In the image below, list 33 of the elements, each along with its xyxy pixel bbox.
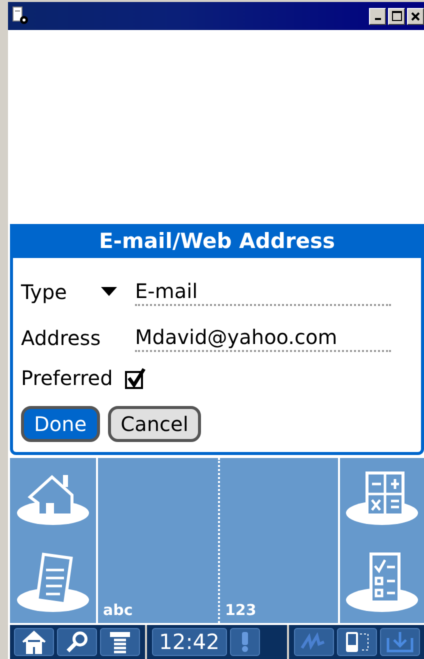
field-label: Preferred [21,366,113,390]
field-label: Type [21,280,68,304]
maximize-icon [392,11,402,21]
address-field[interactable]: Mdavid@yahoo.com [135,324,391,352]
done-button[interactable]: Done [21,406,100,442]
device-button[interactable] [337,628,377,656]
checklist-icon[interactable] [345,550,419,612]
exclamation-icon [240,631,250,653]
calculator-icon[interactable] [345,469,419,528]
maximize-button[interactable] [388,8,405,24]
download-icon [386,630,414,654]
notepad-icon[interactable] [16,550,90,612]
alert-button[interactable] [230,628,260,656]
letters-label: abc [103,601,133,619]
clock-button[interactable]: 12:42 [152,628,227,656]
numbers-label: 123 [225,601,256,619]
handheld-icon [343,630,371,654]
cancel-button[interactable]: Cancel [108,406,202,442]
home-icon [21,630,47,654]
type-field[interactable]: E-mail [135,278,391,306]
home-button[interactable] [14,628,54,656]
app-icon [12,6,30,26]
dialog-title: E-mail/Web Address [13,224,421,258]
minimize-button[interactable] [369,8,386,24]
close-button[interactable] [407,8,424,24]
field-label: Address [21,326,102,350]
dropdown-arrow-icon[interactable] [101,287,117,297]
checkbox[interactable] [124,368,146,388]
search-button[interactable] [57,628,97,656]
close-icon [411,12,420,20]
menu-button[interactable] [100,628,140,656]
menu-icon [108,630,132,654]
search-icon [65,630,89,654]
